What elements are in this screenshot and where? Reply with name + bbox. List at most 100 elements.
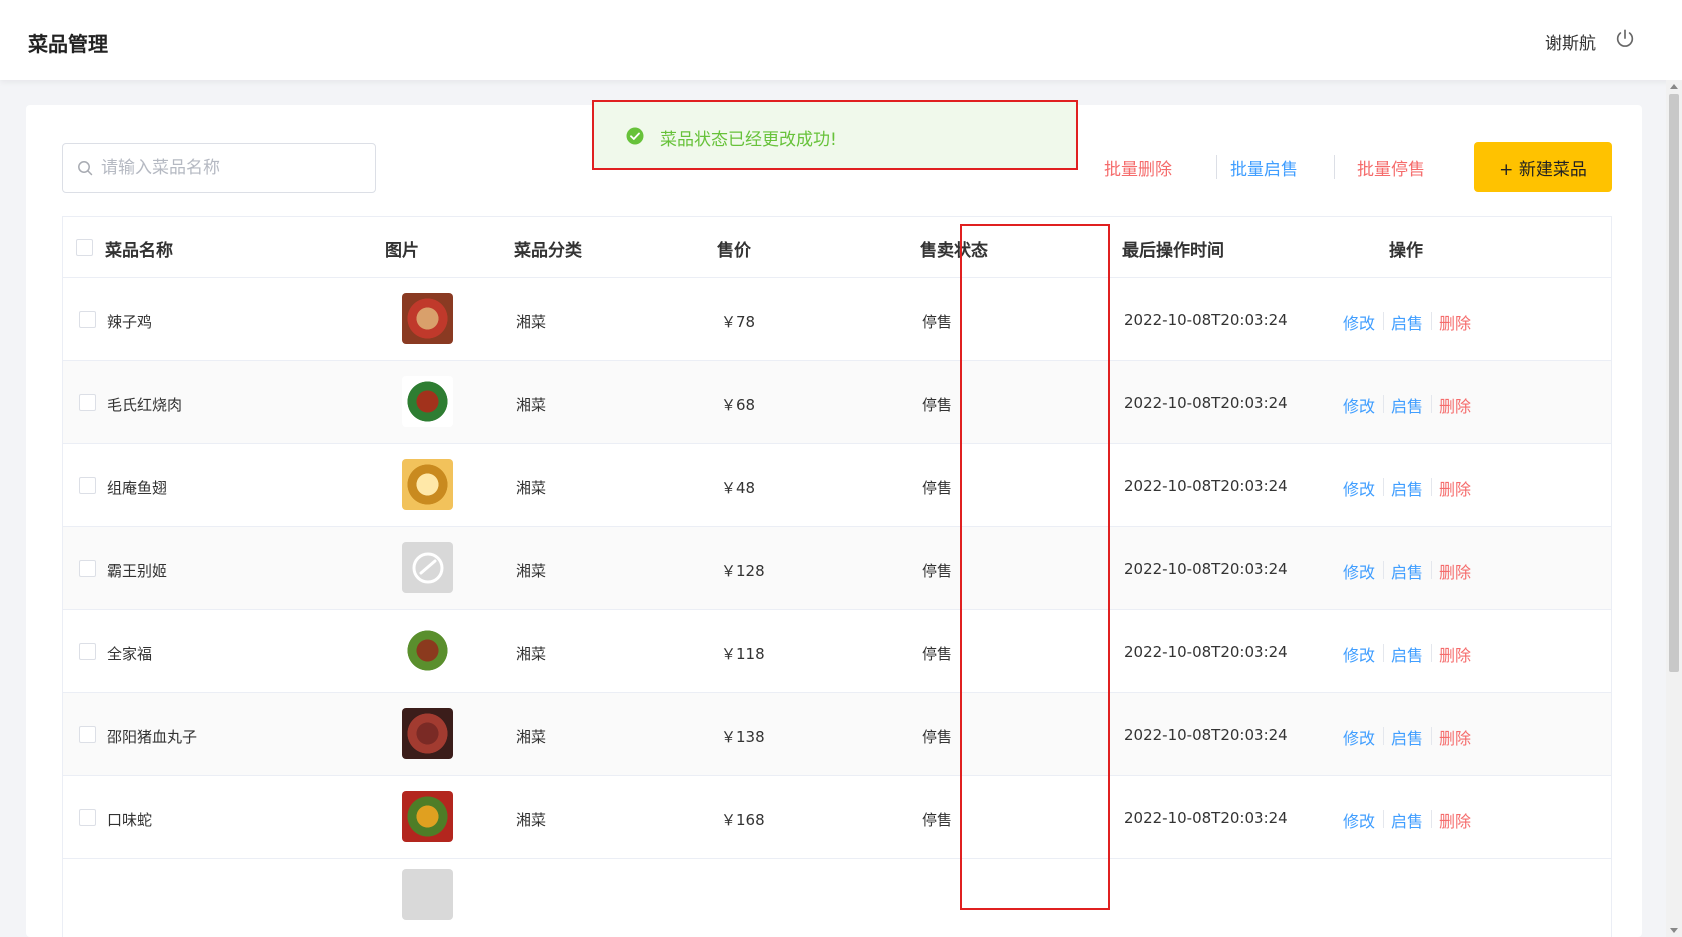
dish-category: 湘菜	[516, 313, 547, 331]
dish-updated-time: 2022-10-08T20:03:24	[1124, 311, 1288, 329]
table-header: 菜品名称 图片 菜品分类 售价 售卖状态 最后操作时间 操作	[63, 217, 1611, 278]
user-name[interactable]: 谢斯航	[1545, 29, 1596, 54]
delete-link[interactable]: 删除	[1439, 559, 1471, 583]
dish-updated-time: 2022-10-08T20:03:24	[1124, 477, 1288, 495]
batch-disable-link[interactable]: 批量停售	[1357, 155, 1425, 180]
delete-link[interactable]: 删除	[1439, 642, 1471, 666]
content-card: 批量删除 批量启售 批量停售 + 新建菜品 菜品状态已经更改成功! 菜品名称 图…	[26, 100, 1642, 937]
dish-status: 停售	[922, 313, 953, 331]
action-divider	[1431, 644, 1432, 662]
action-divider	[1431, 561, 1432, 579]
action-divider	[1431, 727, 1432, 745]
toolbar-divider	[1334, 155, 1335, 179]
enable-sale-link[interactable]: 启售	[1391, 310, 1423, 334]
dish-status: 停售	[922, 728, 953, 746]
delete-link[interactable]: 删除	[1439, 393, 1471, 417]
scrollbar-thumb[interactable]	[1669, 94, 1679, 672]
dish-updated-time: 2022-10-08T20:03:24	[1124, 560, 1288, 578]
dish-name: 全家福	[107, 645, 153, 663]
row-checkbox[interactable]	[79, 560, 96, 577]
table-row: 全家福 湘菜 ￥118 停售 2022-10-08T20:03:24 修改 启售…	[63, 610, 1611, 693]
dish-category: 湘菜	[516, 811, 547, 829]
row-checkbox[interactable]	[79, 477, 96, 494]
scroll-up-icon[interactable]	[1670, 84, 1678, 89]
dish-photo	[402, 376, 453, 427]
scroll-down-icon[interactable]	[1670, 928, 1678, 933]
dish-name: 邵阳猪血丸子	[107, 728, 198, 746]
dish-photo	[402, 791, 453, 842]
row-checkbox[interactable]	[79, 394, 96, 411]
success-toast: 菜品状态已经更改成功!	[592, 100, 1078, 170]
action-divider	[1383, 395, 1384, 413]
dish-name: 霸王别姬	[107, 562, 168, 580]
batch-delete-link[interactable]: 批量删除	[1104, 155, 1172, 180]
batch-enable-link[interactable]: 批量启售	[1230, 155, 1298, 180]
action-divider	[1383, 810, 1384, 828]
edit-link[interactable]: 修改	[1343, 393, 1375, 417]
new-dish-button[interactable]: + 新建菜品	[1474, 142, 1612, 192]
dish-category: 湘菜	[516, 562, 547, 580]
select-all-checkbox[interactable]	[76, 239, 93, 256]
table-row: 邵阳猪血丸子 湘菜 ￥138 停售 2022-10-08T20:03:24 修改…	[63, 693, 1611, 776]
action-divider	[1383, 561, 1384, 579]
edit-link[interactable]: 修改	[1343, 476, 1375, 500]
dish-table: 菜品名称 图片 菜品分类 售价 售卖状态 最后操作时间 操作 辣子鸡 湘菜 ￥7…	[62, 216, 1612, 937]
search-box[interactable]	[62, 143, 376, 193]
action-divider	[1431, 395, 1432, 413]
search-input[interactable]	[101, 154, 361, 182]
edit-link[interactable]: 修改	[1343, 725, 1375, 749]
edit-link[interactable]: 修改	[1343, 808, 1375, 832]
action-divider	[1383, 312, 1384, 330]
dish-category: 湘菜	[516, 479, 547, 497]
check-circle-icon	[626, 127, 644, 145]
delete-link[interactable]: 删除	[1439, 310, 1471, 334]
col-header-actions: 操作	[1389, 241, 1423, 261]
row-checkbox[interactable]	[79, 643, 96, 660]
page-scrollbar[interactable]	[1666, 80, 1682, 937]
action-divider	[1431, 312, 1432, 330]
delete-link[interactable]: 删除	[1439, 725, 1471, 749]
enable-sale-link[interactable]: 启售	[1391, 393, 1423, 417]
dish-photo	[402, 708, 453, 759]
toast-message: 菜品状态已经更改成功!	[660, 130, 837, 150]
dish-name: 组庵鱼翅	[107, 479, 168, 497]
edit-link[interactable]: 修改	[1343, 559, 1375, 583]
delete-link[interactable]: 删除	[1439, 476, 1471, 500]
dish-name: 口味蛇	[107, 811, 153, 829]
edit-link[interactable]: 修改	[1343, 310, 1375, 334]
row-checkbox[interactable]	[79, 726, 96, 743]
action-divider	[1431, 810, 1432, 828]
enable-sale-link[interactable]: 启售	[1391, 642, 1423, 666]
enable-sale-link[interactable]: 启售	[1391, 725, 1423, 749]
dish-category: 湘菜	[516, 396, 547, 414]
dish-updated-time: 2022-10-08T20:03:24	[1124, 726, 1288, 744]
action-divider	[1383, 727, 1384, 745]
action-divider	[1431, 478, 1432, 496]
edit-link[interactable]: 修改	[1343, 642, 1375, 666]
toolbar-divider	[1216, 155, 1217, 179]
col-header-price: 售价	[717, 241, 751, 261]
enable-sale-link[interactable]: 启售	[1391, 559, 1423, 583]
col-header-image: 图片	[385, 241, 419, 261]
dish-photo	[402, 293, 453, 344]
enable-sale-link[interactable]: 启售	[1391, 476, 1423, 500]
dish-name: 毛氏红烧肉	[107, 396, 183, 414]
power-icon[interactable]	[1614, 28, 1636, 50]
table-row: 毛氏红烧肉 湘菜 ￥68 停售 2022-10-08T20:03:24 修改 启…	[63, 361, 1611, 444]
col-header-status: 售卖状态	[920, 241, 988, 261]
dish-photo	[402, 625, 453, 676]
col-header-name: 菜品名称	[105, 241, 173, 261]
action-divider	[1383, 644, 1384, 662]
dish-price: ￥118	[721, 645, 765, 663]
dish-price: ￥138	[721, 728, 765, 746]
dish-price: ￥168	[721, 811, 765, 829]
dish-category: 湘菜	[516, 728, 547, 746]
dish-status: 停售	[922, 811, 953, 829]
dish-category: 湘菜	[516, 645, 547, 663]
row-checkbox[interactable]	[79, 311, 96, 328]
page-title: 菜品管理	[28, 32, 108, 56]
row-checkbox[interactable]	[79, 809, 96, 826]
enable-sale-link[interactable]: 启售	[1391, 808, 1423, 832]
dish-price: ￥68	[721, 396, 756, 414]
delete-link[interactable]: 删除	[1439, 808, 1471, 832]
